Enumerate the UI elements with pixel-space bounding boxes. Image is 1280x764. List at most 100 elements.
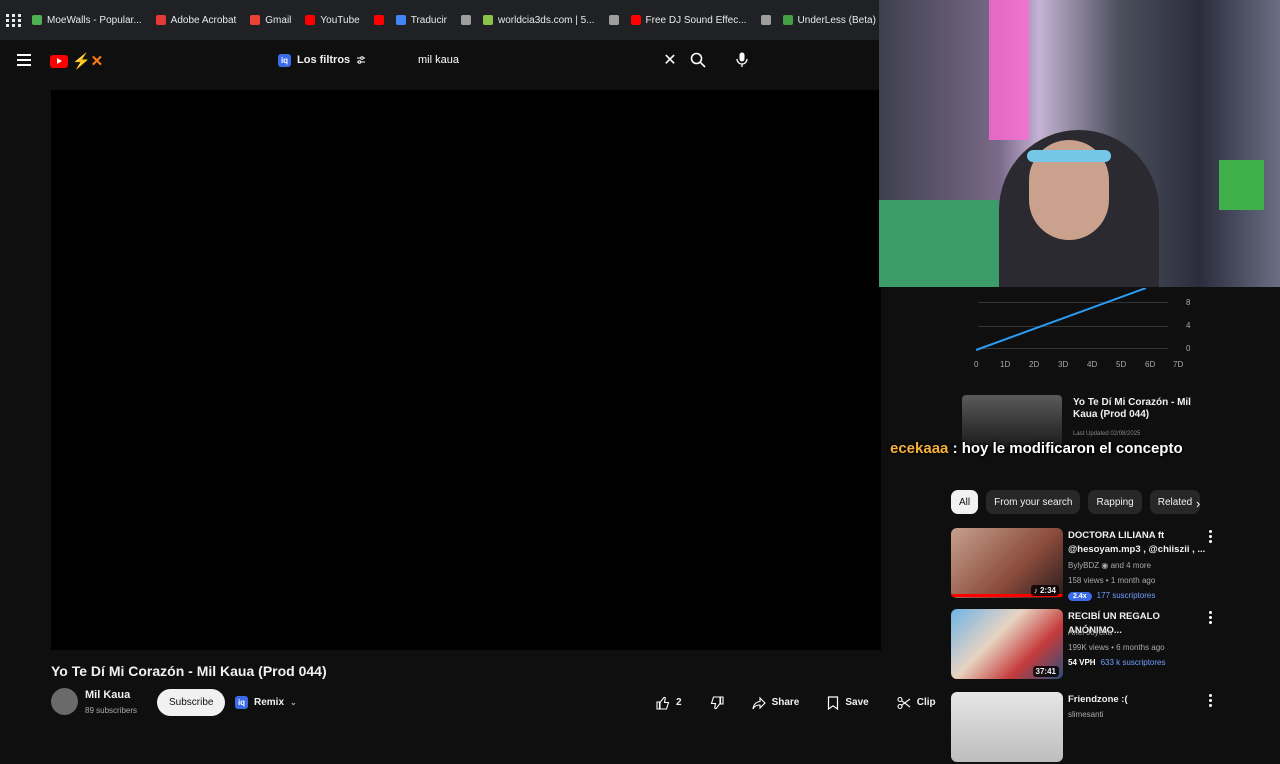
bookmark-favicon-icon	[630, 15, 641, 25]
search-value[interactable]: mil kaua	[408, 54, 660, 66]
search-input[interactable]: mil kaua ✕	[408, 45, 680, 75]
thumbs-down-icon	[710, 695, 724, 709]
streamer-headband	[1027, 150, 1111, 162]
bookmark-favicon-icon	[483, 15, 494, 25]
bookmark-favicon-icon	[782, 15, 793, 25]
light-glow	[989, 0, 1029, 140]
video-duration: ♪ 2:34	[1030, 585, 1059, 596]
chevron-right-icon[interactable]: ›	[1196, 496, 1200, 511]
chat-text: : hoy le modificaron el concepto	[948, 440, 1183, 457]
extension-icon: iq	[235, 696, 248, 709]
y-tick: 4	[1186, 321, 1191, 330]
remix-button[interactable]: iq Remix ⌄	[229, 689, 307, 716]
views-graph: 8 4 0 0 1D 2D 3D 4D 5D 6D 7D	[962, 288, 1210, 374]
sliders-icon	[357, 56, 366, 64]
bookmark-item[interactable]: Traducir	[395, 14, 448, 26]
video-player[interactable]	[51, 90, 881, 650]
clip-button[interactable]: Clip	[887, 689, 946, 716]
video-title[interactable]: DOCTORA LILIANA ft @hesoyam.mp3 , @chiis…	[1068, 529, 1208, 557]
video-title[interactable]: Friendzone :(	[1068, 693, 1208, 707]
last-updated: Last Updated 02/08/2025	[1073, 431, 1141, 437]
filters-button[interactable]: iq Los filtros	[270, 48, 374, 72]
x-tick: 1D	[1000, 360, 1011, 369]
more-vert-icon[interactable]	[1209, 694, 1213, 707]
bookmark-item[interactable]	[373, 15, 384, 25]
bookmark-label: MoeWalls - Popular...	[47, 14, 142, 26]
save-button[interactable]: Save	[817, 689, 878, 716]
subscribe-button[interactable]: Subscribe	[157, 689, 226, 716]
sidebar-video[interactable]: ♪ 2:34 DOCTORA LILIANA ft @hesoyam.mp3 ,…	[951, 528, 1213, 601]
y-tick: 8	[1186, 298, 1191, 307]
bookmark-item[interactable]: Gmail	[250, 15, 291, 26]
video-title: Yo Te Dí Mi Corazón - Mil Kaua (Prod 044…	[51, 663, 327, 679]
menu-icon[interactable]	[17, 54, 31, 66]
video-stats: 199K views • 6 months ago	[1068, 643, 1165, 652]
bookmark-favicon-icon	[155, 15, 166, 25]
bookmark-item[interactable]: MoeWalls - Popular...	[32, 15, 142, 26]
video-channel[interactable]: slimesanti	[1068, 710, 1104, 719]
voice-search-button[interactable]	[727, 46, 757, 74]
youtube-logo[interactable]: ⚡✕	[50, 52, 103, 70]
bookmark-item[interactable]: worldcia3ds.com | 5...	[483, 15, 595, 26]
bookmark-label: UnderLess (Beta)	[797, 14, 876, 26]
bookmark-label: YouTube	[320, 14, 360, 26]
like-button[interactable]: 2	[646, 689, 692, 716]
bookmark-item[interactable]	[760, 15, 771, 25]
bookmark-label: Free DJ Sound Effec...	[645, 14, 747, 26]
bookmark-favicon-icon	[461, 15, 472, 25]
video-channel[interactable]: BylyBDZ ◉ and 4 more	[1068, 561, 1151, 570]
thumbs-up-icon	[656, 696, 670, 710]
bookmark-icon	[828, 695, 839, 710]
search-button[interactable]	[682, 46, 714, 74]
bookmark-label: worldcia3ds.com | 5...	[498, 14, 595, 26]
chip-from-your-search[interactable]: From your search	[986, 490, 1081, 514]
bookmark-favicon-icon	[373, 15, 384, 25]
more-vert-icon[interactable]	[1209, 611, 1213, 624]
bookmark-favicon-icon	[395, 15, 406, 25]
extension-icon: iq	[278, 53, 291, 67]
bookmark-item[interactable]: Free DJ Sound Effec...	[630, 14, 747, 26]
x-tick: 4D	[1087, 360, 1098, 369]
chip-all[interactable]: All	[951, 490, 979, 514]
channel-name[interactable]: Mil Kaua	[85, 689, 130, 701]
clear-search-icon[interactable]: ✕	[660, 50, 680, 70]
video-owner-row: Mil Kaua 89 subscribers Subscribe iq Rem…	[51, 688, 978, 720]
youtube-play-icon	[50, 54, 68, 68]
bookmark-item[interactable]: Adobe Acrobat	[155, 14, 237, 26]
video-thumbnail[interactable]	[951, 692, 1063, 762]
x-tick: 6D	[1145, 360, 1156, 369]
channel-avatar[interactable]	[51, 688, 78, 715]
bookmark-item[interactable]	[461, 15, 472, 25]
bookmark-item[interactable]	[608, 15, 619, 25]
bookmark-item[interactable]: UnderLess (Beta)	[782, 14, 876, 26]
scissors-icon	[897, 696, 911, 709]
sidebar-video[interactable]: 37:41 RECIBÍ UN REGALO ANÓNIMO... Ariel …	[951, 609, 1213, 681]
filters-label: Los filtros	[297, 54, 351, 66]
remix-label: Remix	[254, 697, 285, 708]
share-button[interactable]: Share	[742, 689, 810, 716]
more-vert-icon[interactable]	[1209, 530, 1213, 543]
bookmark-item[interactable]: YouTube	[305, 14, 360, 26]
clip-label: Clip	[916, 697, 936, 708]
sidebar-video[interactable]: Friendzone :( slimesanti	[951, 692, 1213, 764]
bookmark-label: Adobe Acrobat	[170, 14, 237, 26]
microphone-icon	[736, 52, 748, 67]
bookmark-label: Gmail	[265, 14, 292, 26]
x-tick: 2D	[1029, 360, 1040, 369]
similar-title[interactable]: Yo Te Dí Mi Corazón - Mil Kaua (Prod 044…	[1073, 397, 1213, 421]
dislike-button[interactable]	[700, 689, 734, 716]
chip-rapping[interactable]: Rapping	[1088, 490, 1142, 514]
search-icon	[690, 52, 706, 68]
bookmark-favicon-icon	[760, 15, 771, 25]
apps-grid-icon[interactable]	[6, 12, 22, 28]
bookmark-label: Traducir	[410, 14, 448, 26]
chat-message: ecekaaa : hoy le modificaron el concepto	[890, 440, 1183, 457]
share-icon	[752, 696, 766, 709]
chip-related[interactable]: Related	[1149, 490, 1201, 514]
video-channel[interactable]: Ariel Joyeria	[1068, 628, 1112, 637]
video-stats: 158 views • 1 month ago	[1068, 576, 1156, 585]
bookmark-favicon-icon	[608, 15, 619, 25]
video-actions: 2 Share Save Clip ⋯	[646, 689, 989, 716]
video-extension-stats: 54 VPH 633 k suscriptores	[1068, 658, 1166, 667]
x-tick: 0	[974, 360, 979, 369]
